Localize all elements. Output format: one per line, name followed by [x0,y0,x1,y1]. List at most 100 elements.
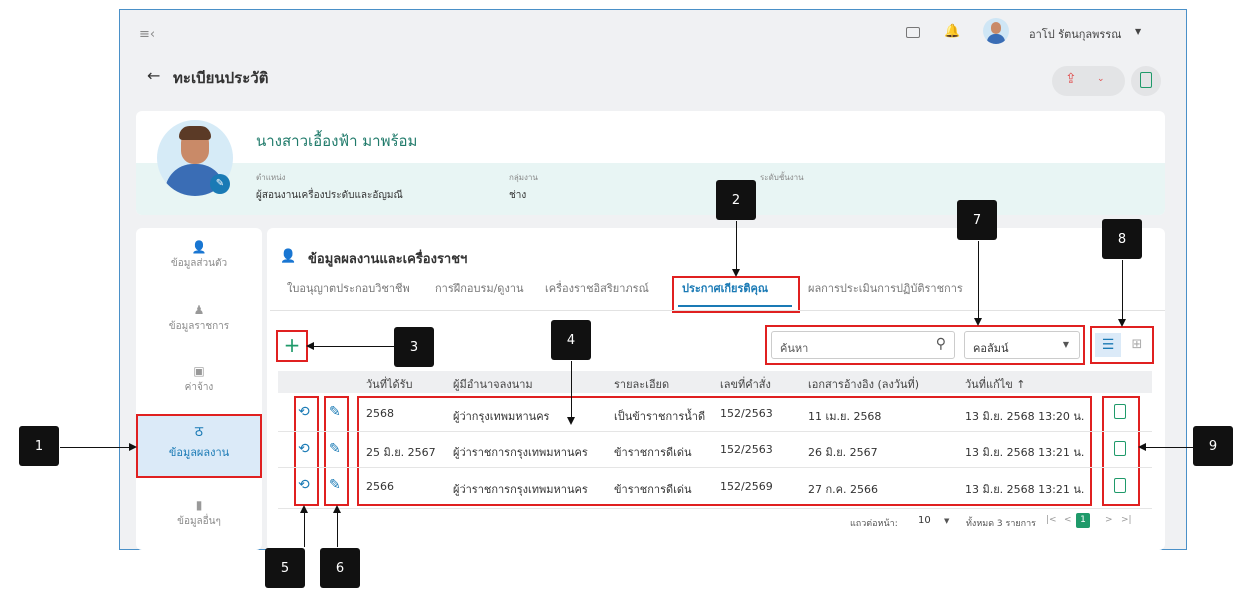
table-cell: ผู้ว่ากรุงเทพมหานคร [453,410,550,423]
position-label: ตำแหน่ง [256,173,286,182]
table-cell: ผู้ว่าราชการกรุงเทพมหานคร [453,483,588,496]
tab-divider [270,310,1165,311]
bell-icon[interactable]: 🔔 [944,24,960,39]
document-icon[interactable] [1114,441,1126,456]
grid-view-icon[interactable]: ⊞ [1126,333,1148,357]
search-placeholder: ค้นหา [780,342,809,355]
chevron-down-icon[interactable]: ▼ [944,517,949,525]
menu-collapse-icon[interactable]: ≡‹ [139,27,155,42]
page-title: ทะเบียนประวัติ [173,69,269,87]
row-divider [278,467,1152,468]
column-select[interactable]: คอลัมน์ ▼ [964,331,1080,359]
sidebar-item-label: ข้อมูลผลงาน [168,446,230,459]
last-page-button[interactable]: >| [1121,515,1132,525]
arrow [732,221,740,277]
table-cell: 27 ก.ค. 2566 [808,483,878,496]
column-header[interactable]: เอกสารอ้างอิง (ลงวันที่) [808,375,919,393]
document-icon[interactable] [1114,404,1126,419]
pencil-icon[interactable]: ✎ [329,477,341,493]
annotation-marker-6: 6 [320,548,360,588]
sidebar-item-label: ข้อมูลราชการ [168,321,230,332]
table-footer-divider [278,508,1152,509]
tab-license[interactable]: ใบอนุญาตประกอบวิชาชีพ [287,279,410,297]
annotation-marker-7: 7 [957,200,997,240]
column-header[interactable]: วันที่ได้รับ [366,375,413,393]
document-settings-button[interactable] [1131,66,1161,96]
prev-page-button[interactable]: < [1064,515,1072,525]
back-arrow-icon[interactable]: ← [147,66,160,85]
list-view-icon[interactable]: ☰ [1095,333,1121,357]
column-header[interactable]: รายละเอียด [614,375,669,393]
user-dropdown-icon[interactable]: ▼ [1135,27,1141,36]
arrow [974,241,982,326]
table-cell: ข้าราชการดีเด่น [614,483,692,496]
tab-decorations[interactable]: เครื่องราชอิสริยาภรณ์ [545,279,649,297]
sidebar-item-label: ข้อมูลส่วนตัว [170,258,228,269]
section-title: ข้อมูลผลงานและเครื่องราชฯ [308,252,468,267]
sidebar-item-personal[interactable]: 👤 ข้อมูลส่วนตัว [136,240,262,271]
level-label: ระดับชั้นงาน [760,173,804,182]
person-icon: 👤 [280,249,297,264]
sidebar-item-service[interactable]: ♟ ข้อมูลราชการ [136,303,262,334]
table-cell: เป็นข้าราชการน้ำดี [614,410,706,423]
group-value: ช่าง [509,190,527,201]
sidebar-item-performance[interactable]: ठ ข้อมูลผลงาน [136,414,262,478]
annotation-marker-3: 3 [394,327,434,367]
arrow [1118,260,1126,327]
table-cell: ผู้ว่าราชการกรุงเทพมหานคร [453,446,588,459]
sidebar-item-wage[interactable]: ▣ ค่าจ้าง [136,364,262,395]
annotation-marker-8: 8 [1102,219,1142,259]
file-gear-icon [1140,72,1152,88]
tab-evaluation[interactable]: ผลการประเมินการปฏิบัติราชการ [808,279,963,297]
pencil-icon[interactable]: ✎ [329,441,341,457]
row-divider [278,431,1152,432]
rows-per-page-label: แถวต่อหน้า: [850,519,898,529]
share-icon: ⇪ [1065,71,1077,87]
arrow [567,361,575,425]
search-input[interactable]: ค้นหา ⚲ [771,331,955,359]
table-cell: 13 มิ.ย. 2568 13:21 น. [965,446,1085,459]
first-page-button[interactable]: |< [1046,515,1057,525]
person-icon: 👤 [191,240,207,254]
add-button[interactable]: + [276,330,308,362]
money-icon: ▣ [193,364,205,378]
sidebar-item-label: ข้อมูลอื่นๆ [177,516,221,527]
chevron-down-icon: ▼ [1062,340,1069,349]
arrow [60,443,137,451]
tab-training[interactable]: การฝึกอบรม/ดูงาน [435,279,524,297]
chevron-down-icon: ⌄ [1097,74,1105,84]
history-icon[interactable]: ⟲ [298,441,310,457]
table-cell: 25 มิ.ย. 2567 [366,446,436,459]
annotation-marker-5: 5 [265,548,305,588]
profile-name: นางสาวเอื้องฟ้า มาพร้อม [256,132,418,150]
annotation-marker-4: 4 [551,320,591,360]
arrow [333,505,341,547]
user-name[interactable]: อาโป รัตนกุลพรรณ [1029,25,1121,43]
table-cell: 26 มิ.ย. 2567 [808,446,878,459]
avatar-small[interactable] [983,18,1009,44]
next-page-button[interactable]: > [1105,515,1113,525]
medal-icon: ठ [194,424,204,440]
edit-avatar-button[interactable]: ✎ [210,174,230,194]
table-cell: 152/2569 [720,480,773,493]
sidebar-item-label: ค่าจ้าง [184,382,214,393]
export-menu-button[interactable]: ⇪ ⌄ [1052,66,1125,96]
table-cell: 11 เม.ย. 2568 [808,410,882,423]
column-header[interactable]: เลขที่คำสั่ง [720,375,771,393]
arrow [306,342,394,350]
table-cell: 2568 [366,407,394,420]
column-header[interactable]: ผู้มีอำนาจลงนาม [453,375,533,393]
total-count: ทั้งหมด 3 รายการ [966,519,1036,529]
document-icon[interactable] [1114,478,1126,493]
column-header[interactable]: วันที่แก้ไข ↑ [965,375,1025,393]
table-cell: 13 มิ.ย. 2568 13:20 น. [965,410,1085,423]
pencil-icon[interactable]: ✎ [329,404,341,420]
history-icon[interactable]: ⟲ [298,477,310,493]
page-number-button[interactable]: 1 [1076,513,1090,528]
arrow [300,505,308,547]
history-icon[interactable]: ⟲ [298,404,310,420]
rows-per-page-select[interactable]: 10 [918,515,931,526]
sidebar-item-other[interactable]: ▮ ข้อมูลอื่นๆ [136,498,262,529]
panel-toggle-icon[interactable] [906,27,920,38]
position-value: ผู้สอนงานเครื่องประดับและอัญมณี [256,190,403,201]
